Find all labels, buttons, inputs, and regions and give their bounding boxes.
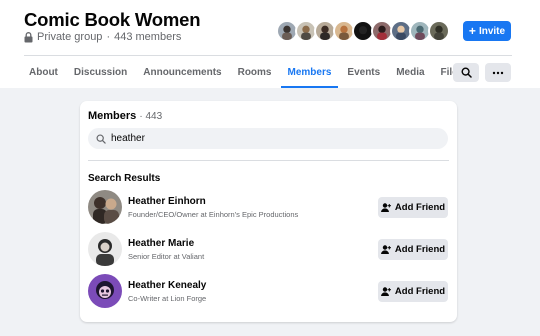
more-options-button[interactable] [485, 63, 511, 82]
search-icon [460, 67, 472, 78]
group-member-count[interactable]: 443 members [114, 31, 181, 43]
group-search-button[interactable] [453, 63, 479, 82]
tab-events[interactable]: Events [340, 56, 387, 88]
tab-discussion[interactable]: Discussion [67, 56, 134, 88]
member-avatar[interactable] [88, 190, 122, 224]
add-friend-icon [380, 287, 391, 296]
member-avatar[interactable] [88, 274, 122, 308]
group-header: Comic Book Women Private group · 443 mem… [0, 0, 540, 88]
member-avatar-9[interactable] [428, 20, 450, 42]
tab-announcements[interactable]: Announcements [136, 56, 228, 88]
group-privacy: Private group [37, 31, 103, 43]
members-heading: Members · 443 [88, 110, 162, 122]
tab-media[interactable]: Media [389, 56, 431, 88]
tab-rooms[interactable]: Rooms [231, 56, 279, 88]
meta-separator: · [106, 31, 111, 43]
member-result-row: Heather Kenealy Co-Writer at Lion Forge … [88, 274, 449, 310]
lock-icon [24, 31, 33, 42]
invite-label: Invite [478, 25, 506, 37]
tab-members[interactable]: Members [280, 56, 339, 88]
member-role: Senior Editor at Valiant [128, 252, 205, 261]
add-friend-button[interactable]: Add Friend [378, 197, 448, 218]
member-result-row: Heather Marie Senior Editor at Valiant A… [88, 232, 449, 268]
member-result-row: Heather Einhorn Founder/CEO/Owner at Ein… [88, 190, 449, 226]
members-title: Members [88, 110, 137, 122]
group-tabs: About Discussion Announcements Rooms Mem… [22, 56, 472, 88]
member-search-field[interactable] [88, 128, 448, 149]
search-results-heading: Search Results [88, 173, 161, 184]
tab-about[interactable]: About [22, 56, 65, 88]
search-icon [96, 133, 106, 144]
members-count: · 443 [139, 111, 163, 122]
member-role: Co-Writer at Lion Forge [128, 294, 207, 303]
add-friend-label: Add Friend [394, 202, 446, 213]
members-card: Members · 443 Search Results Heather Ein… [80, 101, 457, 322]
member-avatar[interactable] [88, 232, 122, 266]
member-name[interactable]: Heather Marie [128, 238, 194, 249]
member-role: Founder/CEO/Owner at Einhorn's Epic Prod… [128, 210, 299, 219]
search-divider [88, 160, 449, 161]
add-friend-icon [380, 245, 391, 254]
member-search-input[interactable] [111, 133, 411, 144]
member-name[interactable]: Heather Einhorn [128, 196, 206, 207]
member-name[interactable]: Heather Kenealy [128, 280, 206, 291]
group-name[interactable]: Comic Book Women [24, 9, 201, 31]
add-friend-button[interactable]: Add Friend [378, 239, 448, 260]
more-icon [492, 71, 504, 74]
add-friend-button[interactable]: Add Friend [378, 281, 448, 302]
member-avatars-row [276, 20, 450, 42]
invite-button[interactable]: + Invite [463, 21, 511, 41]
add-friend-label: Add Friend [394, 286, 446, 297]
add-friend-label: Add Friend [394, 244, 446, 255]
plus-icon: + [468, 24, 476, 38]
add-friend-icon [380, 203, 391, 212]
group-meta: Private group · 443 members [24, 31, 181, 43]
members-count-value: 443 [145, 111, 163, 122]
